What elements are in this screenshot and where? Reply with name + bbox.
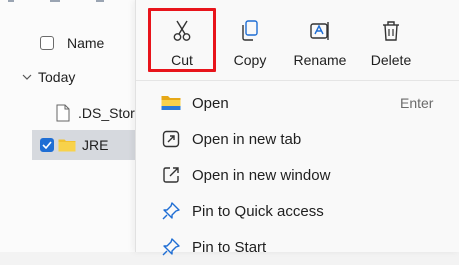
menu-item-label: Pin to Quick access [192, 202, 324, 220]
copy-icon [241, 16, 259, 42]
menu-item-label: Open in new window [192, 166, 331, 184]
menu-item-label: Pin to Start [192, 238, 267, 256]
file-name: JRE [82, 137, 109, 153]
new-window-icon [160, 164, 182, 186]
menu-item-pin-quick-access[interactable]: Pin to Quick access [136, 193, 459, 229]
folder-icon [160, 92, 182, 114]
toolbar-fragment [0, 0, 150, 6]
pin-icon [160, 200, 182, 222]
name-header-label: Name [67, 35, 105, 51]
file-row-jre[interactable]: JRE [32, 130, 150, 160]
copy-label: Copy [233, 52, 267, 68]
folder-icon [58, 138, 76, 152]
file-row-ds-store[interactable]: .DS_Store [56, 98, 143, 128]
copy-button[interactable]: Copy [214, 8, 286, 72]
menu-item-pin-start[interactable]: Pin to Start [136, 229, 459, 265]
context-menu: Cut Copy Rename Delete Open Enter Open i… [135, 0, 459, 256]
file-name: .DS_Store [78, 105, 143, 121]
cut-highlight-box [148, 8, 216, 72]
rename-icon [309, 16, 331, 42]
file-list-pane: Name Today .DS_Store JRE [0, 0, 150, 252]
new-tab-icon [160, 128, 182, 150]
name-column-header[interactable]: Name [40, 28, 104, 58]
menu-item-label: Open in new tab [192, 130, 302, 148]
pin-icon [160, 236, 182, 258]
select-all-checkbox[interactable] [40, 36, 54, 50]
rename-label: Rename [293, 52, 347, 68]
menu-item-open[interactable]: Open Enter [136, 85, 459, 121]
chevron-down-icon[interactable] [22, 68, 32, 86]
context-menu-toolbar: Cut Copy Rename Delete [136, 0, 459, 76]
menu-item-open-new-tab[interactable]: Open in new tab [136, 121, 459, 157]
delete-label: Delete [370, 52, 412, 68]
menu-divider [136, 80, 459, 81]
trash-icon [382, 16, 400, 42]
shortcut-hint: Enter [400, 95, 434, 111]
file-icon [56, 104, 70, 122]
group-today[interactable]: Today [22, 62, 75, 92]
row-checkbox-checked[interactable] [40, 138, 54, 152]
menu-item-open-new-window[interactable]: Open in new window [136, 157, 459, 193]
rename-button[interactable]: Rename [284, 8, 356, 72]
menu-item-label: Open [192, 94, 229, 112]
delete-button[interactable]: Delete [355, 8, 427, 72]
group-label: Today [38, 69, 76, 85]
